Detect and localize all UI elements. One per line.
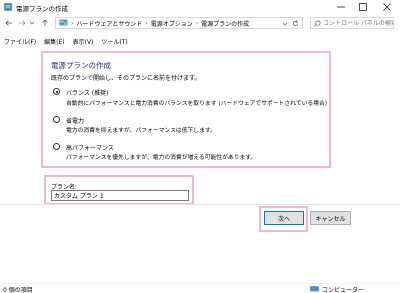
navigation-bar: › ハードウェアとサウンド › 電源オプション › 電源プランの作成 (0, 15, 400, 31)
option-balanced-description: 自動的にパフォーマンスと電力消費のバランスを取ります (ハードウェアでサポートさ… (66, 101, 328, 107)
control-panel-icon (59, 19, 68, 26)
computer-icon (310, 286, 319, 292)
breadcrumb-separator: › (145, 19, 148, 27)
minimize-button[interactable] (330, 0, 352, 14)
radio-high-performance[interactable] (53, 143, 60, 150)
forward-arrow-icon (19, 20, 26, 26)
up-arrow-icon (42, 19, 48, 26)
option-power-saver-title[interactable]: 省電力 (66, 116, 84, 125)
chevron-down-icon (29, 21, 34, 25)
radio-balanced[interactable] (53, 88, 60, 95)
menu-bar: ファイル(F) 編集(E) 表示(V) ツール(T) (0, 37, 400, 47)
up-button[interactable] (40, 18, 50, 28)
status-bar: 0 個の項目 コンピューター (0, 283, 400, 293)
close-button[interactable] (376, 0, 398, 14)
next-button[interactable]: 次へ (264, 211, 304, 225)
window-title: 電源プランの作成 (16, 5, 68, 13)
page-heading: 電源プランの作成 (51, 61, 111, 70)
breadcrumb-create-plan[interactable]: 電源プランの作成 (201, 19, 249, 28)
breadcrumb-separator: › (195, 19, 199, 27)
address-dropdown-icon[interactable] (282, 21, 288, 27)
status-location: コンピューター (322, 287, 365, 293)
menu-tools[interactable]: ツール(T) (101, 37, 127, 47)
recent-locations-button[interactable] (28, 18, 35, 28)
back-arrow-icon (5, 20, 12, 26)
forward-button[interactable] (17, 18, 27, 28)
search-input[interactable] (323, 19, 393, 27)
power-options-icon (4, 3, 12, 11)
menu-edit[interactable]: 編集(E) (44, 37, 64, 47)
radio-power-saver[interactable] (53, 116, 60, 123)
maximize-button[interactable] (352, 0, 374, 14)
instructions-text: 既存のプランで開始し、そのプランに名前を付けます。 (51, 75, 201, 82)
footer-divider (0, 204, 400, 205)
address-bar[interactable]: › ハードウェアとサウンド › 電源オプション › 電源プランの作成 (55, 17, 303, 29)
breadcrumb-power-options[interactable]: 電源オプション (151, 19, 193, 28)
plan-name-input[interactable] (51, 190, 189, 201)
item-count: 0 個の項目 (3, 287, 33, 293)
option-high-performance-description: パフォーマンスを優先しますが、電力の消費が増える可能性があります。 (66, 155, 257, 161)
close-icon (383, 3, 391, 11)
cancel-button[interactable]: キャンセル (310, 211, 351, 225)
refresh-icon[interactable] (292, 20, 299, 27)
title-bar: 電源プランの作成 (0, 0, 400, 14)
breadcrumb-separator: › (71, 19, 74, 27)
option-power-saver-description: 電力の消費を抑えますが、パフォーマンスは低下します。 (66, 128, 216, 134)
breadcrumb-hardware-sound[interactable]: ハードウェアとサウンド (76, 19, 142, 28)
menu-file[interactable]: ファイル(F) (4, 37, 36, 47)
back-button[interactable] (4, 18, 14, 28)
minimize-icon (337, 6, 345, 8)
search-icon (314, 20, 321, 27)
maximize-icon (359, 3, 367, 11)
menu-view[interactable]: 表示(V) (73, 37, 94, 47)
option-balanced-title[interactable]: バランス (推奨) (66, 88, 108, 97)
option-high-performance-title[interactable]: 高パフォーマンス (66, 143, 114, 152)
search-box[interactable] (310, 17, 394, 29)
